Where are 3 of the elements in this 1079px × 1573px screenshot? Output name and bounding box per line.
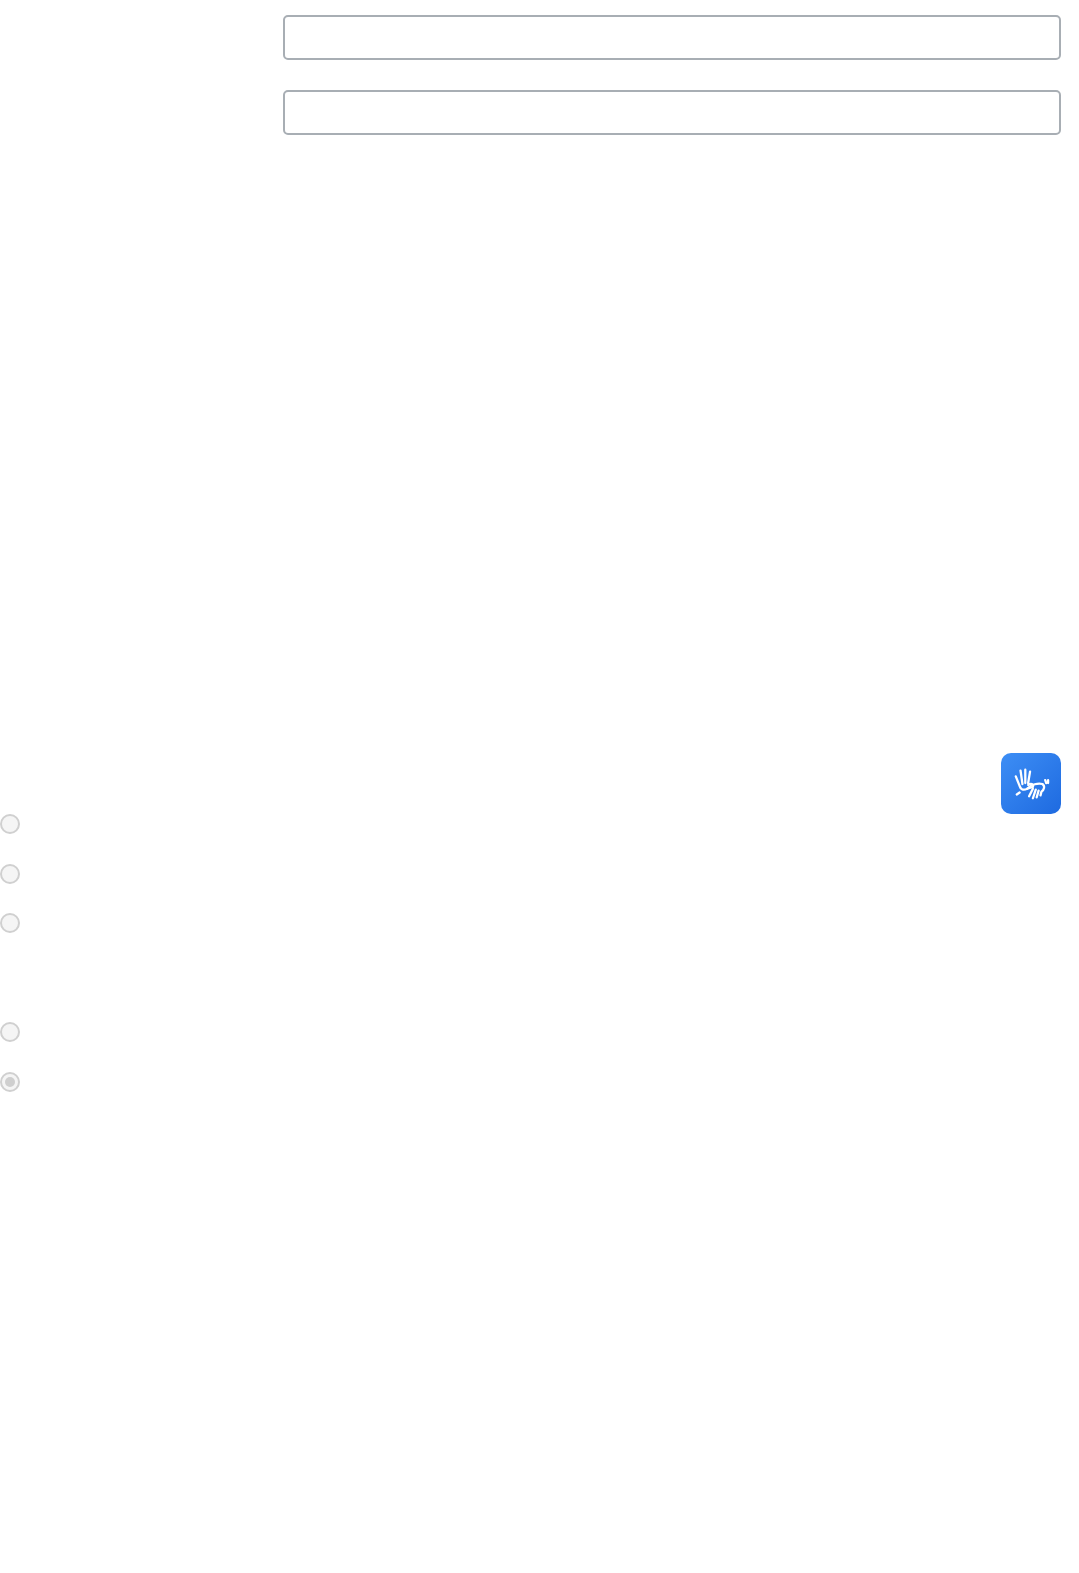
accessibility-button[interactable] [1001, 753, 1061, 814]
input-field[interactable] [283, 90, 1061, 135]
input-field[interactable] [283, 15, 1061, 60]
